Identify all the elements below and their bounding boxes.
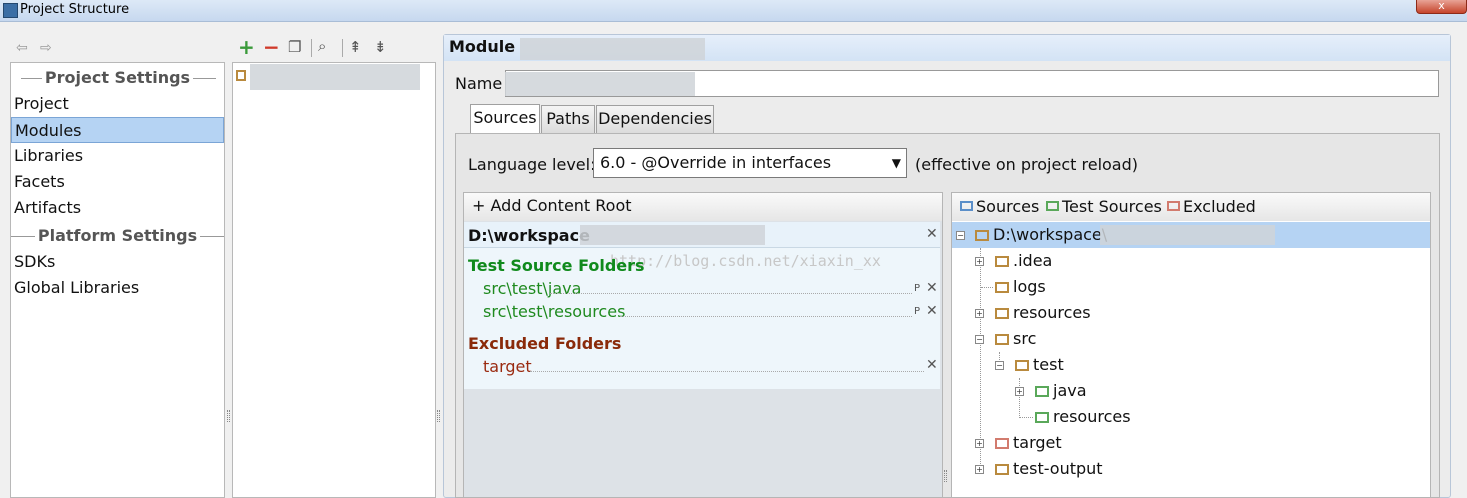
tree-node[interactable]: test [1015, 353, 1064, 377]
add-button[interactable]: + [238, 35, 255, 59]
collapse-icon[interactable]: − [975, 335, 984, 344]
folder-icon [995, 282, 1009, 293]
tree-node[interactable]: src [995, 327, 1036, 351]
remove-root-icon[interactable]: ✕ [926, 226, 938, 242]
tree-root[interactable]: D:\workspace\ [975, 223, 1107, 247]
tree-node[interactable]: target [995, 431, 1062, 455]
expand-icon[interactable]: + [975, 309, 984, 318]
mark-test-sources-button[interactable]: Test Sources [1046, 197, 1162, 216]
tree-node[interactable]: test-output [995, 457, 1103, 481]
language-level-select[interactable]: 6.0 - @Override in interfaces ▼ [593, 148, 907, 178]
tab-paths[interactable]: Paths [541, 105, 595, 133]
search-icon[interactable]: ⌕ [318, 37, 326, 55]
remove-button[interactable]: − [263, 35, 280, 59]
tree-node[interactable]: .idea [995, 249, 1052, 273]
sources-folder-icon [960, 201, 973, 211]
collapse-icon[interactable]: − [956, 231, 965, 240]
language-level-value: 6.0 - @Override in interfaces [600, 153, 832, 172]
tree-node[interactable]: logs [995, 275, 1046, 299]
expand-icon[interactable]: + [975, 439, 984, 448]
nav-item-project[interactable]: Project [11, 91, 224, 117]
test-sources-folder-icon [1046, 201, 1059, 211]
project-settings-header: Project Settings [11, 68, 224, 88]
name-redacted [505, 72, 695, 96]
settings-nav-panel: Project Settings Project Modules Librari… [10, 62, 225, 498]
arrow-right-icon[interactable]: ⇨ [40, 40, 52, 56]
test-folder-item[interactable]: src\test\java [483, 279, 581, 298]
expand-icon[interactable]: + [975, 257, 984, 266]
nav-item-sdks[interactable]: SDKs [11, 249, 224, 275]
window-title: Project Structure [20, 2, 130, 17]
splitter-handle[interactable] [437, 410, 440, 422]
tree-node[interactable]: resources [995, 301, 1091, 325]
nav-item-artifacts[interactable]: Artifacts [11, 195, 224, 221]
test-folder-icon [1035, 386, 1049, 397]
remove-folder-icon[interactable]: ✕ [926, 303, 938, 319]
module-folder-icon [236, 70, 246, 81]
folder-icon [995, 464, 1009, 475]
splitter-handle[interactable] [227, 410, 230, 422]
excluded-folder-icon [1167, 201, 1180, 211]
nav-item-global-libraries[interactable]: Global Libraries [11, 275, 224, 301]
tree-node[interactable]: resources [1035, 405, 1131, 429]
properties-icon[interactable]: P [914, 306, 920, 317]
collapse-icon[interactable]: − [995, 361, 1004, 370]
name-label: Name [455, 74, 503, 93]
test-source-folders-header: Test Source Folders [468, 256, 645, 275]
app-icon [3, 3, 18, 18]
remove-folder-icon[interactable]: ✕ [926, 280, 938, 296]
nav-item-facets[interactable]: Facets [11, 169, 224, 195]
tree-node[interactable]: java [1035, 379, 1087, 403]
folder-icon [995, 334, 1009, 345]
folder-icon [995, 308, 1009, 319]
close-window-button[interactable]: x [1416, 0, 1467, 14]
chevron-down-icon: ▼ [891, 156, 901, 170]
toolbar-separator [311, 39, 312, 57]
tab-sources[interactable]: Sources [470, 104, 540, 134]
collapse-all-icon[interactable]: ⇟ [374, 38, 387, 56]
language-level-label: Language level: [468, 155, 596, 174]
platform-settings-header: Platform Settings [11, 226, 224, 246]
arrow-left-icon[interactable]: ⇦ [16, 40, 28, 56]
nav-item-libraries[interactable]: Libraries [11, 143, 224, 169]
folder-icon [995, 256, 1009, 267]
copy-icon[interactable]: ❐ [288, 38, 301, 56]
expand-icon[interactable]: + [975, 465, 984, 474]
root-path-redacted [580, 225, 765, 245]
content-root-path: D:\workspace [468, 226, 590, 245]
toolbar-separator [342, 39, 343, 57]
excluded-folder-icon [995, 438, 1009, 449]
excluded-folders-header: Excluded Folders [468, 334, 622, 353]
test-folder-icon [1035, 412, 1049, 423]
add-content-root-button[interactable]: + Add Content Root [472, 196, 632, 215]
remove-folder-icon[interactable]: ✕ [926, 357, 938, 373]
mark-excluded-button[interactable]: Excluded [1167, 197, 1256, 216]
mark-sources-button[interactable]: Sources [960, 197, 1039, 216]
module-title: Module [449, 37, 516, 56]
language-level-note: (effective on project reload) [915, 155, 1139, 174]
expand-icon[interactable]: + [1015, 387, 1024, 396]
module-list-item[interactable] [250, 64, 420, 90]
test-folder-item[interactable]: src\test\resources [483, 302, 625, 321]
tab-dependencies[interactable]: Dependencies [596, 105, 714, 133]
folder-icon [1015, 360, 1029, 371]
excluded-folder-item[interactable]: target [483, 357, 532, 376]
module-list-panel [232, 62, 436, 498]
watermark-text: http://blog.csdn.net/xiaxin_xx [610, 252, 881, 270]
splitter-handle[interactable] [944, 470, 947, 482]
title-bar [0, 0, 1467, 22]
plus-icon: + [472, 196, 491, 215]
expand-all-icon[interactable]: ⇞ [349, 38, 362, 56]
folder-icon [975, 230, 989, 241]
tree-root-redacted [1100, 225, 1275, 245]
properties-icon[interactable]: P [914, 283, 920, 294]
nav-item-modules[interactable]: Modules [11, 117, 224, 143]
module-name-redacted [520, 38, 705, 60]
